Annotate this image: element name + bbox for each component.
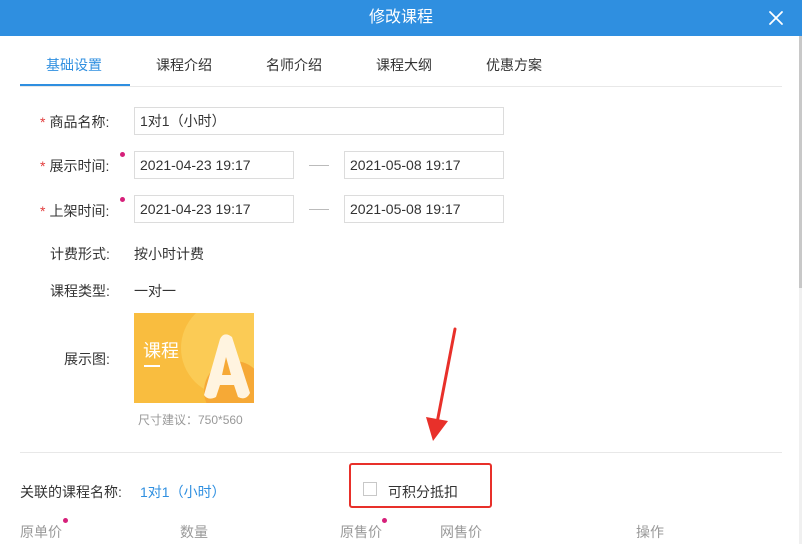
- marker-dot: [120, 197, 125, 202]
- marker-dot: [382, 518, 387, 523]
- display-time-label-text: 展示时间:: [49, 158, 110, 174]
- product-name-label-text: 商品名称:: [49, 114, 110, 130]
- column-header-actions: 操作: [636, 524, 664, 540]
- shelf-time-end-input[interactable]: 2021-05-08 19:17: [344, 195, 504, 223]
- range-separator: [309, 165, 329, 166]
- display-image-label: 展示图:: [64, 351, 110, 367]
- points-deduct-checkbox[interactable]: [363, 482, 377, 496]
- marker-dot: [63, 518, 68, 523]
- dialog-titlebar: 修改课程: [0, 0, 802, 36]
- display-image-thumbnail[interactable]: 课程: [134, 313, 254, 403]
- image-size-hint: 尺寸建议：750*560: [138, 413, 243, 427]
- active-tab-indicator: [20, 84, 130, 86]
- required-mark: *: [40, 114, 46, 130]
- linked-course-label: 关联的课程名称:: [20, 484, 122, 500]
- required-mark: *: [40, 203, 46, 219]
- linked-course-link[interactable]: 1对1（小时）: [140, 482, 226, 502]
- column-header-original-price: 原售价: [340, 524, 382, 540]
- billing-label: 计费形式:: [50, 246, 110, 262]
- shelf-time-start-input[interactable]: 2021-04-23 19:17: [134, 195, 294, 223]
- display-time-label: * 展示时间:: [40, 156, 109, 176]
- tab-teacher-intro[interactable]: 名师介绍: [266, 50, 322, 86]
- range-separator: [309, 209, 329, 210]
- shelf-time-label-text: 上架时间:: [49, 203, 110, 219]
- section-divider: [20, 452, 782, 453]
- tab-course-outline[interactable]: 课程大纲: [376, 50, 432, 86]
- dialog-title: 修改课程: [368, 9, 433, 26]
- billing-value: 按小时计费: [134, 246, 204, 262]
- product-name-input[interactable]: 1对1（小时）: [134, 107, 504, 135]
- required-mark: *: [40, 158, 46, 174]
- tab-discount-plan[interactable]: 优惠方案: [486, 50, 542, 86]
- column-header-unit-price: 原单价: [20, 524, 62, 540]
- product-name-label: * 商品名称:: [40, 112, 109, 132]
- course-type-value: 一对一: [134, 283, 176, 299]
- marker-dot: [120, 152, 125, 157]
- shelf-time-label: * 上架时间:: [40, 201, 109, 221]
- display-time-start-input[interactable]: 2021-04-23 19:17: [134, 151, 294, 179]
- column-header-online-price: 网售价: [440, 524, 482, 540]
- tab-basic-settings[interactable]: 基础设置: [46, 50, 102, 86]
- display-time-end-input[interactable]: 2021-05-08 19:17: [344, 151, 504, 179]
- close-icon[interactable]: [764, 6, 788, 30]
- course-type-label: 课程类型:: [50, 283, 110, 299]
- tab-course-intro[interactable]: 课程介绍: [156, 50, 212, 86]
- column-header-quantity: 数量: [180, 524, 208, 540]
- points-deduct-label[interactable]: 可积分抵扣: [388, 482, 458, 502]
- annotation-arrow-icon: [426, 327, 457, 441]
- tabs-divider: [20, 86, 782, 87]
- image-caption-text: 课程: [143, 341, 179, 362]
